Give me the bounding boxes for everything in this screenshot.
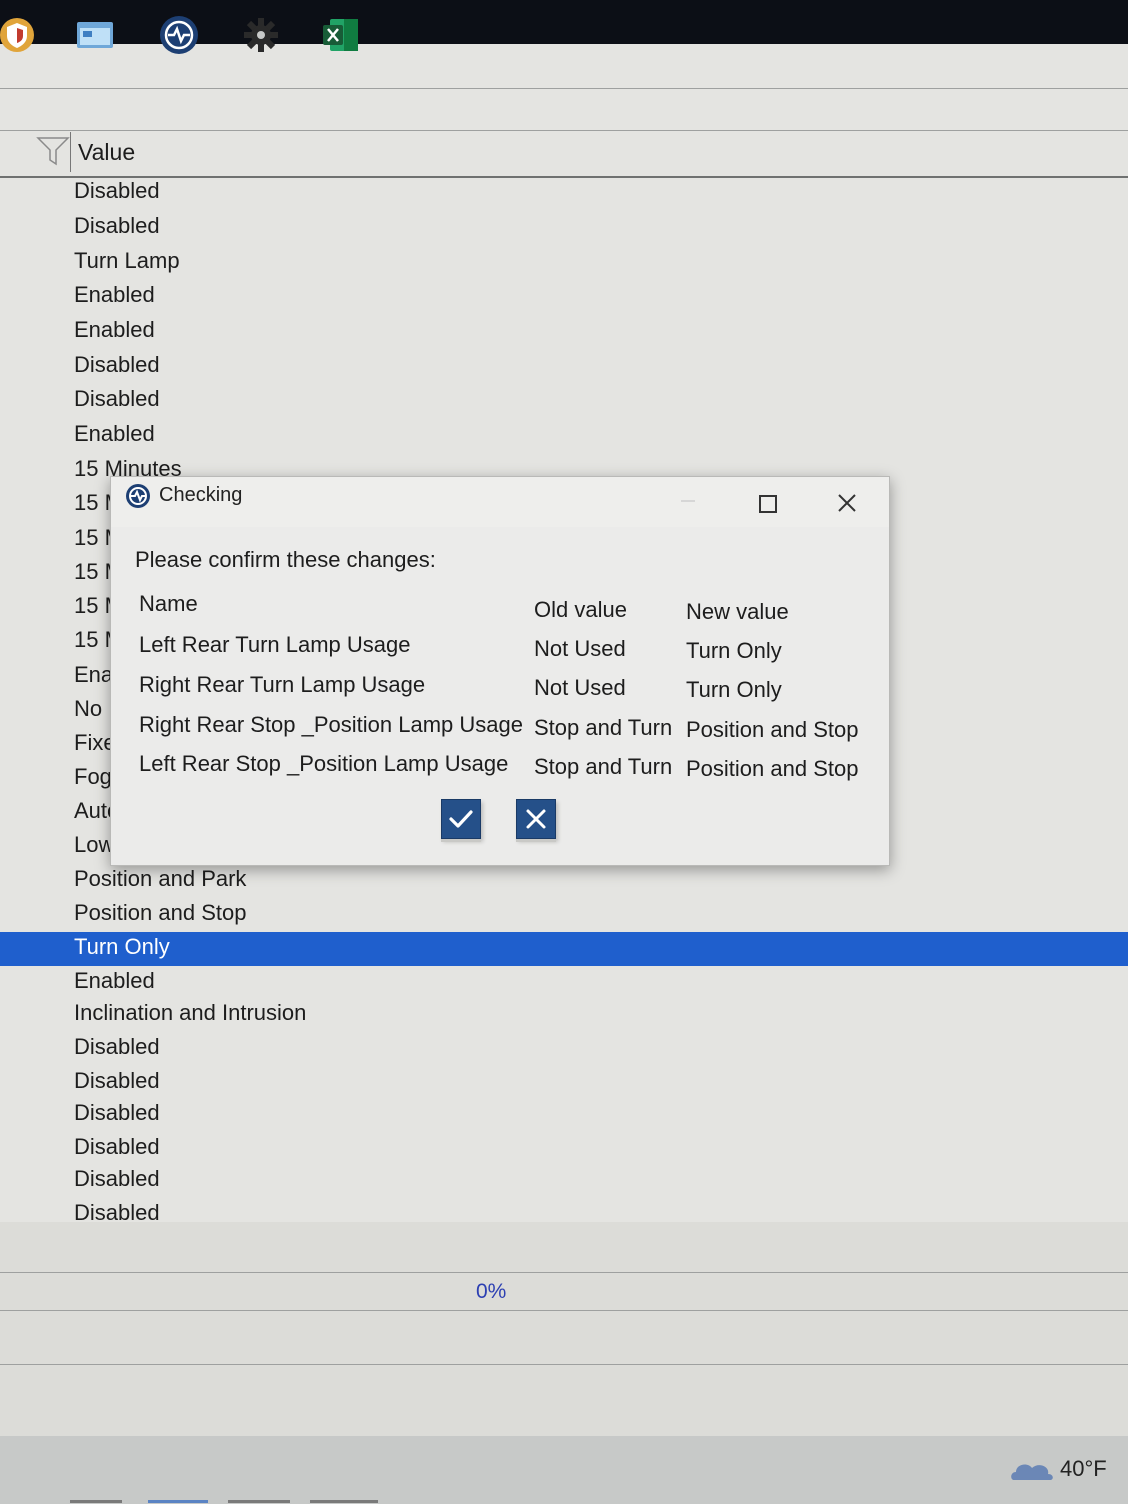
value-cell: Inclination and Intrusion <box>74 1000 307 1025</box>
x-icon <box>526 809 546 829</box>
value-cell: Disabled <box>74 178 160 203</box>
change-row-new: Turn Only <box>686 638 782 663</box>
change-row-old: Stop and Turn <box>534 715 673 740</box>
status-panel <box>0 1222 1128 1436</box>
excel-running-indicator <box>310 1500 378 1503</box>
dialog-titlebar[interactable]: Checking <box>111 477 889 527</box>
value-cell: Disabled <box>74 1100 160 1125</box>
change-row-old: Not Used <box>534 636 626 661</box>
explorer-window-icon[interactable] <box>74 14 116 56</box>
change-row-name: Left Rear Stop _Position Lamp Usage <box>139 751 509 776</box>
change-row-old: Stop and Turn <box>534 754 673 779</box>
value-cell: Ena <box>74 662 114 687</box>
settings-gear-icon[interactable] <box>240 14 282 56</box>
change-row-new: Position and Stop <box>686 756 859 781</box>
change-row-new: Position and Stop <box>686 717 859 742</box>
new-value-column-header: New value <box>686 599 789 624</box>
value-cell: Enabled <box>74 421 155 446</box>
value-row[interactable]: Position and Park <box>0 864 1128 898</box>
column-separator[interactable] <box>70 132 71 172</box>
value-row[interactable]: Disabled <box>0 211 1128 245</box>
name-column-header: Name <box>139 591 198 616</box>
value-row[interactable]: Disabled <box>0 176 1128 210</box>
value-row[interactable]: Turn Lamp <box>0 246 1128 280</box>
progress-percent: 0% <box>476 1280 507 1303</box>
panel-divider <box>0 1364 1128 1365</box>
change-row-name: Left Rear Turn Lamp Usage <box>139 632 411 657</box>
value-row[interactable]: Enabled <box>0 419 1128 453</box>
value-row[interactable]: Enabled <box>0 315 1128 349</box>
value-cell: Disabled <box>74 386 160 411</box>
change-row-old: Not Used <box>534 675 626 700</box>
value-cell: Disabled <box>74 213 160 238</box>
value-cell: Position and Stop <box>74 900 247 925</box>
value-row[interactable]: Disabled <box>0 1098 1128 1132</box>
value-cell: Position and Park <box>74 866 247 891</box>
value-row[interactable]: Disabled <box>0 1164 1128 1198</box>
settings-running-indicator <box>228 1500 290 1503</box>
confirm-changes-dialog: Checking Please confirm these changes: N… <box>110 476 890 866</box>
dialog-title: Checking <box>159 484 243 506</box>
security-shield-icon[interactable] <box>0 14 38 56</box>
value-cell: No I <box>74 696 115 721</box>
old-value-column-header: Old value <box>534 597 627 622</box>
column-header-row <box>0 130 1128 174</box>
value-row[interactable]: Turn Only <box>0 932 1128 966</box>
value-row[interactable]: Disabled <box>0 1032 1128 1066</box>
diagnostic-running-indicator <box>148 1500 208 1503</box>
cancel-button[interactable] <box>516 799 556 839</box>
change-row-name: Right Rear Turn Lamp Usage <box>139 672 426 697</box>
value-cell: Enabled <box>74 282 155 307</box>
diagnostic-app-icon <box>126 484 150 508</box>
toolbar-divider <box>0 88 1128 89</box>
value-row[interactable]: Enabled <box>0 966 1128 1000</box>
value-row[interactable]: Disabled <box>0 384 1128 418</box>
value-cell: Fog <box>74 764 112 789</box>
value-cell: Disabled <box>74 1166 160 1191</box>
value-row[interactable]: Disabled <box>0 350 1128 384</box>
checkmark-icon <box>449 810 473 828</box>
value-cell: Disabled <box>74 1134 160 1159</box>
value-cell: Low <box>74 832 115 857</box>
confirm-prompt: Please confirm these changes: <box>135 547 436 572</box>
value-cell: Turn Lamp <box>74 248 180 273</box>
value-row[interactable]: Disabled <box>0 1132 1128 1166</box>
maximize-button[interactable] <box>759 495 777 513</box>
confirm-button[interactable] <box>441 799 481 839</box>
change-row-new: Turn Only <box>686 677 782 702</box>
value-column-header[interactable]: Value <box>78 139 135 166</box>
value-cell: Turn Only <box>74 934 170 959</box>
diagnostic-app-icon[interactable] <box>158 14 200 56</box>
value-row[interactable]: Inclination and Intrusion <box>0 998 1128 1032</box>
minimize-button[interactable] <box>679 489 697 507</box>
value-row[interactable]: Disabled <box>0 1066 1128 1100</box>
filter-icon[interactable] <box>36 136 70 166</box>
excel-icon[interactable] <box>320 14 362 56</box>
progress-bottom-border <box>0 1310 1128 1311</box>
weather-temperature[interactable]: 40°F <box>1060 1456 1107 1482</box>
value-cell: Disabled <box>74 1068 160 1093</box>
explorer-running-indicator <box>70 1500 122 1503</box>
value-cell: Enabled <box>74 317 155 342</box>
taskbar <box>0 1436 1128 1504</box>
value-cell: Disabled <box>74 1034 160 1059</box>
value-cell: Disabled <box>74 352 160 377</box>
change-row-name: Right Rear Stop _Position Lamp Usage <box>139 712 523 737</box>
progress-top-border <box>0 1272 1128 1273</box>
value-row[interactable]: Position and Stop <box>0 898 1128 932</box>
value-cell: Enabled <box>74 968 155 993</box>
close-button[interactable] <box>835 491 859 515</box>
value-row[interactable]: Enabled <box>0 280 1128 314</box>
